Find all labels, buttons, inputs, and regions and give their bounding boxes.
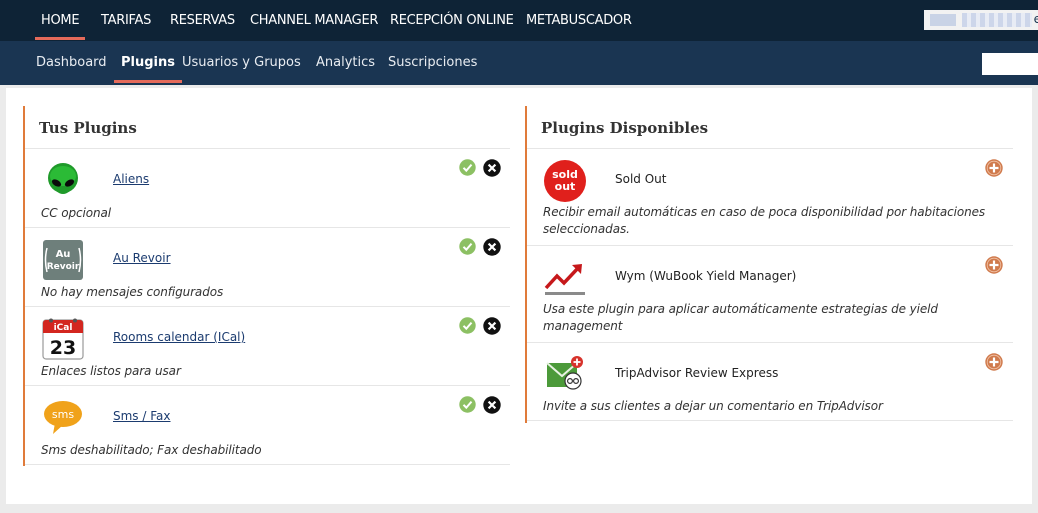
yield-chart-icon [544, 264, 585, 295]
plugins-panel: Tus Plugins Aliens CC opcional Au Revoir… [6, 88, 1032, 504]
top-nav-metabuscador[interactable]: METABUSCADOR [526, 0, 632, 41]
check-icon[interactable] [459, 159, 476, 176]
plugin-link-au-revoir[interactable]: Au Revoir [113, 251, 171, 265]
add-icon[interactable] [985, 159, 1003, 177]
ical-icon-day: 23 [50, 337, 76, 359]
add-icon[interactable] [985, 353, 1003, 371]
top-nav-reservas[interactable]: RESERVAS [170, 0, 235, 41]
remove-icon[interactable] [483, 317, 501, 335]
plugin-link-sms-fax[interactable]: Sms / Fax [113, 409, 171, 423]
top-nav-recepcion-online[interactable]: RECEPCIÓN ONLINE [390, 0, 514, 41]
plugin-link-sold-out[interactable]: Sold Out [615, 172, 666, 186]
plugin-row-aliens: Aliens CC opcional [25, 149, 510, 228]
sub-nav-usuarios-grupos[interactable]: Usuarios y Grupos [182, 41, 301, 85]
my-plugins-title: Tus Plugins [25, 106, 510, 149]
plugin-row-au-revoir: Au Revoir Au Revoir No hay mensajes conf… [25, 228, 510, 307]
top-nav-home[interactable]: HOME [34, 0, 86, 41]
plugin-row-wym: Wym (WuBook Yield Manager) Usa este plug… [527, 246, 1013, 343]
search-input[interactable] [982, 53, 1038, 75]
alien-icon [48, 163, 78, 194]
sub-nav-dashboard[interactable]: Dashboard [36, 41, 107, 85]
remove-icon[interactable] [483, 159, 501, 177]
plugin-link-aliens[interactable]: Aliens [113, 172, 149, 186]
tripadvisor-mail-icon [546, 356, 583, 390]
au-revoir-icon: Au Revoir [43, 240, 83, 280]
sold-out-icon-text-2: out [555, 180, 576, 193]
plugin-description-wym: Usa este plugin para aplicar automáticam… [543, 302, 938, 333]
plugin-description-rooms-calendar: Enlaces listos para usar [41, 364, 181, 378]
ical-icon-text: iCal [54, 323, 73, 333]
plugin-link-wym[interactable]: Wym (WuBook Yield Manager) [615, 269, 796, 283]
ical-calendar-icon: iCal 23 [42, 318, 84, 360]
plugin-row-sms-fax: sms Sms / Fax Sms deshabilitado; Fax des… [25, 386, 510, 465]
my-plugins-column: Tus Plugins Aliens CC opcional Au Revoir… [23, 106, 510, 466]
plugin-row-rooms-calendar: iCal 23 Rooms calendar (ICal) Enlaces li… [25, 307, 510, 386]
sms-icon-text: sms [52, 408, 74, 421]
top-nav-channel-manager[interactable]: CHANNEL MANAGER [250, 0, 378, 41]
sms-icon: sms [44, 401, 82, 434]
plugin-link-tripadvisor[interactable]: TripAdvisor Review Express [615, 366, 778, 380]
sub-nav-analytics[interactable]: Analytics [316, 41, 375, 85]
plugin-description-sms-fax: Sms deshabilitado; Fax deshabilitado [41, 443, 262, 457]
add-icon[interactable] [985, 256, 1003, 274]
remove-icon[interactable] [483, 238, 501, 256]
plugin-description-tripadvisor: Invite a sus clientes a dejar un comenta… [543, 399, 883, 413]
sub-nav-plugins[interactable]: Plugins [114, 41, 182, 85]
remove-icon[interactable] [483, 396, 501, 414]
plugin-description-sold-out: Recibir email automáticas en caso de poc… [543, 205, 986, 236]
available-plugins-column: Plugins Disponibles sold out Sold Out Re… [525, 106, 1013, 423]
top-navigation-bar: HOME TARIFAS RESERVAS CHANNEL MANAGER RE… [0, 0, 1038, 41]
plugin-description-aliens: CC opcional [41, 206, 111, 220]
blurred-user-name [962, 13, 1032, 27]
sold-out-icon: sold out [544, 160, 586, 202]
top-nav-tarifas[interactable]: TARIFAS [101, 0, 151, 41]
plugin-row-sold-out: sold out Sold Out Recibir email automáti… [527, 149, 1013, 246]
check-icon[interactable] [459, 396, 476, 413]
sub-nav-suscripciones[interactable]: Suscripciones [388, 41, 477, 85]
user-account-box[interactable]: e [924, 10, 1038, 30]
check-icon[interactable] [459, 317, 476, 334]
plugin-link-rooms-calendar[interactable]: Rooms calendar (ICal) [113, 330, 245, 344]
check-icon[interactable] [459, 238, 476, 255]
au-revoir-icon-text-2: Revoir [47, 262, 80, 272]
sub-navigation-bar: Dashboard Plugins Usuarios y Grupos Anal… [0, 41, 1038, 85]
available-plugins-title: Plugins Disponibles [527, 106, 1013, 149]
au-revoir-icon-text-1: Au [56, 249, 71, 260]
plugin-description-au-revoir: No hay mensajes configurados [41, 285, 224, 299]
blurred-user-avatar [930, 14, 956, 26]
user-name-fragment: e [1033, 12, 1038, 26]
plugin-row-tripadvisor: TripAdvisor Review Express Invite a sus … [527, 343, 1013, 421]
